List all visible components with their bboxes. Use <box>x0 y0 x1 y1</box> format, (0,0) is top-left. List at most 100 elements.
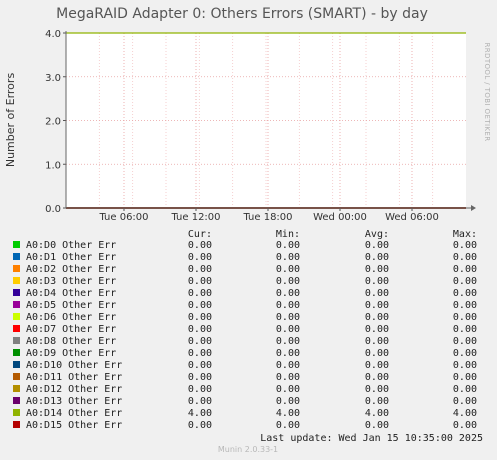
legend-value: 0.00 <box>188 372 212 383</box>
legend-value: 0.00 <box>365 240 389 251</box>
legend-value: 0.00 <box>365 396 389 407</box>
legend-swatch <box>13 277 20 284</box>
legend-value: 0.00 <box>188 312 212 323</box>
legend-column-header: Min: <box>276 229 300 240</box>
legend-value: 0.00 <box>276 336 300 347</box>
legend-swatch <box>13 421 20 428</box>
legend-value: 4.00 <box>276 408 300 419</box>
legend-value: 0.00 <box>276 384 300 395</box>
legend-value: 0.00 <box>365 276 389 287</box>
legend-swatch <box>13 373 20 380</box>
legend-value: 0.00 <box>276 324 300 335</box>
legend-value: 0.00 <box>188 336 212 347</box>
legend-series-name: A0:D3 Other Err <box>26 276 116 287</box>
legend-value: 0.00 <box>188 396 212 407</box>
legend-series-name: A0:D12 Other Err <box>26 384 122 395</box>
legend-value: 0.00 <box>365 324 389 335</box>
y-axis-label: Number of Errors <box>4 73 17 168</box>
legend-value: 0.00 <box>453 360 477 371</box>
legend-value: 0.00 <box>188 240 212 251</box>
x-axis-arrow-icon <box>471 205 476 211</box>
legend-column-header: Max: <box>453 229 477 240</box>
legend-value: 0.00 <box>276 300 300 311</box>
legend-swatch <box>13 265 20 272</box>
legend-value: 0.00 <box>365 372 389 383</box>
legend-swatch <box>13 253 20 260</box>
legend-value: 0.00 <box>365 252 389 263</box>
x-tick-label: Wed 06:00 <box>385 212 439 223</box>
y-tick-label: 4.0 <box>45 29 61 40</box>
chart-title: MegaRAID Adapter 0: Others Errors (SMART… <box>56 6 428 22</box>
legend-value: 0.00 <box>188 276 212 287</box>
y-tick-label: 2.0 <box>45 117 61 128</box>
legend-value: 0.00 <box>365 264 389 275</box>
legend-value: 0.00 <box>276 348 300 359</box>
legend-value: 0.00 <box>365 312 389 323</box>
legend-series-name: A0:D5 Other Err <box>26 300 116 311</box>
legend-series-name: A0:D0 Other Err <box>26 240 116 251</box>
legend-swatch <box>13 289 20 296</box>
legend-series-name: A0:D2 Other Err <box>26 264 116 275</box>
legend-series-name: A0:D7 Other Err <box>26 324 116 335</box>
legend-series-name: A0:D1 Other Err <box>26 252 116 263</box>
legend-series-name: A0:D9 Other Err <box>26 348 116 359</box>
legend-swatch <box>13 409 20 416</box>
y-tick-label: 3.0 <box>45 73 61 84</box>
legend-value: 0.00 <box>276 276 300 287</box>
legend-value: 0.00 <box>365 420 389 431</box>
legend-value: 0.00 <box>188 264 212 275</box>
legend-value: 4.00 <box>188 408 212 419</box>
legend-value: 0.00 <box>276 312 300 323</box>
legend-value: 0.00 <box>276 372 300 383</box>
legend-value: 0.00 <box>453 384 477 395</box>
legend-value: 0.00 <box>276 396 300 407</box>
legend-series-name: A0:D8 Other Err <box>26 336 116 347</box>
x-tick-label: Tue 12:00 <box>170 212 220 223</box>
legend-value: 0.00 <box>453 324 477 335</box>
legend-value: 0.00 <box>365 336 389 347</box>
legend-value: 0.00 <box>453 252 477 263</box>
legend-value: 0.00 <box>188 348 212 359</box>
x-tick-label: Wed 00:00 <box>313 212 367 223</box>
last-update: Last update: Wed Jan 15 10:35:00 2025 <box>260 433 483 444</box>
legend-value: 0.00 <box>453 276 477 287</box>
legend-value: 0.00 <box>276 252 300 263</box>
legend-column-header: Avg: <box>365 229 389 240</box>
legend-series-name: A0:D6 Other Err <box>26 312 116 323</box>
legend-series-name: A0:D14 Other Err <box>26 408 122 419</box>
y-tick-label: 1.0 <box>45 160 61 171</box>
legend-swatch <box>13 337 20 344</box>
legend-value: 0.00 <box>453 288 477 299</box>
chart: MegaRAID Adapter 0: Others Errors (SMART… <box>4 6 491 454</box>
x-tick-label: Tue 18:00 <box>242 212 292 223</box>
legend-value: 0.00 <box>365 288 389 299</box>
legend-value: 0.00 <box>188 360 212 371</box>
legend-value: 0.00 <box>188 252 212 263</box>
legend-swatch <box>13 385 20 392</box>
legend-value: 0.00 <box>188 324 212 335</box>
legend-value: 0.00 <box>453 420 477 431</box>
legend-value: 0.00 <box>453 240 477 251</box>
legend-value: 0.00 <box>453 396 477 407</box>
legend-swatch <box>13 325 20 332</box>
legend-value: 0.00 <box>453 372 477 383</box>
legend-value: 0.00 <box>188 288 212 299</box>
legend-value: 4.00 <box>365 408 389 419</box>
legend-series-name: A0:D15 Other Err <box>26 420 122 431</box>
legend-value: 4.00 <box>453 408 477 419</box>
munin-version: Munin 2.0.33-1 <box>218 445 278 454</box>
legend-series-name: A0:D10 Other Err <box>26 360 122 371</box>
legend-swatch <box>13 397 20 404</box>
legend-value: 0.00 <box>453 348 477 359</box>
rrdtool-credit: RRDTOOL / TOBI OETIKER <box>483 43 491 142</box>
legend-series-name: A0:D4 Other Err <box>26 288 116 299</box>
legend-value: 0.00 <box>453 300 477 311</box>
legend-value: 0.00 <box>188 420 212 431</box>
legend-value: 0.00 <box>276 360 300 371</box>
legend-value: 0.00 <box>453 312 477 323</box>
legend-value: 0.00 <box>276 264 300 275</box>
legend: Cur: Min: Avg: Max:A0:D0 Other Err 0.00 0.00 0… <box>13 229 477 431</box>
legend-swatch <box>13 361 20 368</box>
legend-value: 0.00 <box>276 420 300 431</box>
legend-value: 0.00 <box>276 288 300 299</box>
